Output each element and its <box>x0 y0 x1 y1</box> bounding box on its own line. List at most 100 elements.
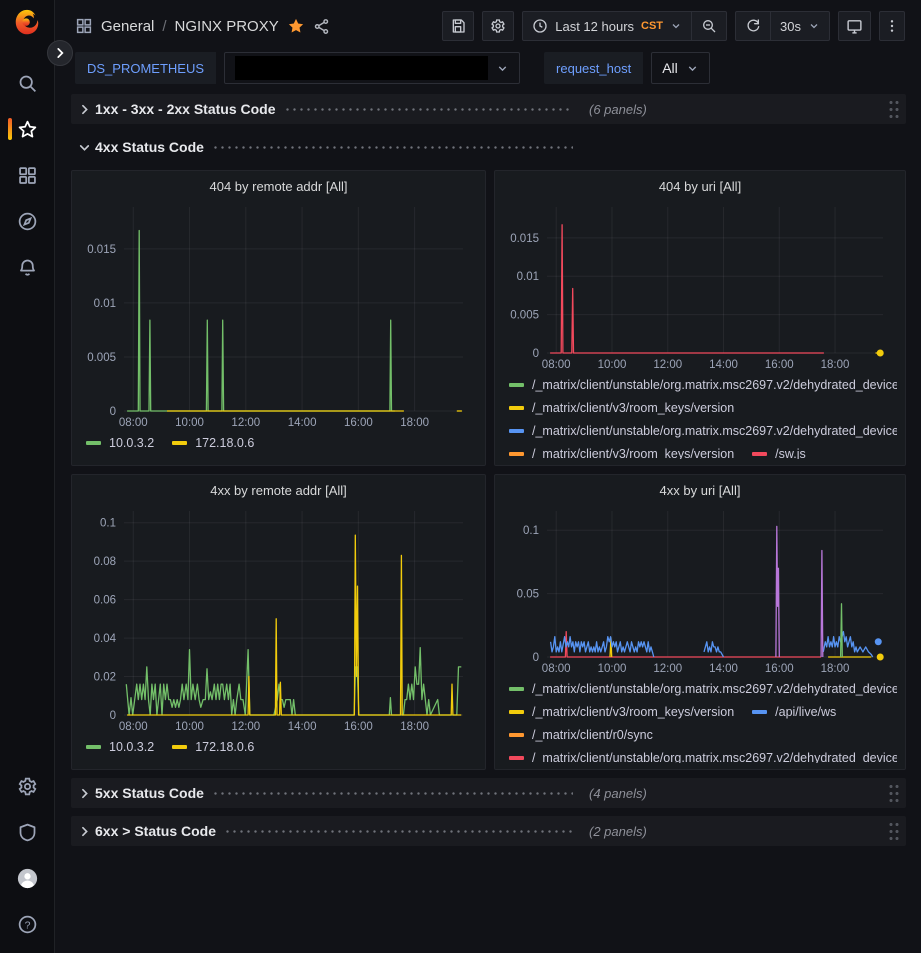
time-range-label: Last 12 hours <box>555 19 634 34</box>
panel-title[interactable]: 4xx by uri [All] <box>503 477 897 505</box>
legend-item[interactable]: /_matrix/client/v3/room_keys/version <box>509 705 734 719</box>
svg-text:12:00: 12:00 <box>653 359 682 371</box>
svg-text:0.005: 0.005 <box>510 310 539 322</box>
time-range-picker[interactable]: Last 12 hours CST <box>523 12 691 40</box>
panel-legend: 10.0.3.2 172.18.0.6 <box>80 735 477 763</box>
svg-text:10:00: 10:00 <box>175 721 204 733</box>
dotted-leader <box>284 108 573 111</box>
row-title: 5xx Status Code <box>95 785 204 801</box>
dotted-leader <box>224 830 573 833</box>
panel-title[interactable]: 4xx by remote addr [All] <box>80 477 477 505</box>
svg-text:12:00: 12:00 <box>653 663 682 675</box>
legend-item[interactable]: /_matrix/client/unstable/org.matrix.msc2… <box>509 682 897 696</box>
kebab-menu-button[interactable] <box>879 11 905 41</box>
legend-swatch <box>509 756 524 760</box>
svg-text:0: 0 <box>110 406 116 418</box>
sidebar-item-profile[interactable] <box>0 855 55 901</box>
chevron-down-icon <box>75 138 93 156</box>
row-4xx: 4xx Status Code <box>71 132 906 162</box>
share-icon[interactable] <box>313 18 330 35</box>
row-toggle[interactable]: 1xx - 3xx - 2xx Status Code <box>75 100 575 118</box>
svg-text:14:00: 14:00 <box>709 663 738 675</box>
row-toggle[interactable]: 6xx > Status Code <box>75 822 575 840</box>
legend-item[interactable]: /_matrix/client/unstable/org.matrix.msc2… <box>509 378 897 392</box>
sidebar-item-starred[interactable] <box>0 106 55 152</box>
timeseries-chart[interactable]: 08:0010:0012:0014:0016:0018:0000.0050.01… <box>503 201 897 373</box>
panel-4xx-by-uri: 4xx by uri [All] 08:0010:0012:0014:0016:… <box>494 474 906 770</box>
chevron-right-icon <box>75 822 93 840</box>
panel-404-by-uri: 404 by uri [All] 08:0010:0012:0014:0016:… <box>494 170 906 466</box>
legend-item[interactable]: /_matrix/client/unstable/org.matrix.msc2… <box>509 751 897 764</box>
row-toggle[interactable]: 4xx Status Code <box>75 138 575 156</box>
dashboard-settings-button[interactable] <box>482 11 514 41</box>
save-dashboard-button[interactable] <box>442 11 474 41</box>
refresh-button[interactable] <box>736 12 770 40</box>
grafana-logo[interactable] <box>12 8 42 38</box>
legend-swatch <box>752 452 767 456</box>
svg-text:18:00: 18:00 <box>821 663 850 675</box>
sidebar-expand-button[interactable] <box>47 40 73 66</box>
legend-item[interactable]: 10.0.3.2 <box>86 740 154 754</box>
favorite-star-icon[interactable] <box>287 17 305 35</box>
legend-item[interactable]: /_matrix/client/r0/sync <box>509 728 653 742</box>
legend-label: 172.18.0.6 <box>195 436 254 450</box>
row-5xx: 5xx Status Code (4 panels) <box>71 778 906 808</box>
row-drag-handle[interactable] <box>888 99 900 119</box>
row-6xx: 6xx > Status Code (2 panels) <box>71 816 906 846</box>
search-icon <box>17 73 38 94</box>
svg-text:16:00: 16:00 <box>344 417 373 429</box>
timeseries-chart[interactable]: 08:0010:0012:0014:0016:0018:0000.0050.01… <box>80 201 477 431</box>
monitor-icon <box>846 18 863 35</box>
svg-text:18:00: 18:00 <box>400 721 429 733</box>
svg-text:12:00: 12:00 <box>231 721 260 733</box>
breadcrumb-folder[interactable]: General <box>101 18 154 35</box>
chevron-right-icon <box>53 46 67 60</box>
legend-item[interactable]: 172.18.0.6 <box>172 740 254 754</box>
tv-mode-button[interactable] <box>838 11 871 41</box>
svg-text:08:00: 08:00 <box>542 663 571 675</box>
legend-row: /_matrix/client/v3/room_keys/version/api… <box>509 700 897 723</box>
panel-legend: /_matrix/client/unstable/org.matrix.msc2… <box>503 677 897 763</box>
legend-label: /_matrix/client/unstable/org.matrix.msc2… <box>532 378 897 392</box>
legend-label: /api/live/ws <box>775 705 836 719</box>
row-drag-handle[interactable] <box>888 821 900 841</box>
variable-value-ds-prometheus[interactable] <box>224 52 520 84</box>
sidebar-item-dashboards[interactable] <box>0 152 55 198</box>
panel-title[interactable]: 404 by remote addr [All] <box>80 173 477 201</box>
panel-title[interactable]: 404 by uri [All] <box>503 173 897 201</box>
sidebar-item-server-admin[interactable] <box>0 809 55 855</box>
row-drag-handle[interactable] <box>888 783 900 803</box>
svg-text:0.04: 0.04 <box>94 633 117 645</box>
row-toggle[interactable]: 5xx Status Code <box>75 784 575 802</box>
panel-4xx-by-remote-addr: 4xx by remote addr [All] 08:00 10:00 12:00… <box>71 474 486 770</box>
variable-value-request-host[interactable]: All <box>651 52 710 84</box>
refresh-interval-picker[interactable]: 30s <box>770 12 829 40</box>
legend-item[interactable]: 10.0.3.2 <box>86 436 154 450</box>
legend-item[interactable]: /_matrix/client/v3/room_keys/version <box>509 401 734 415</box>
legend-item[interactable]: /_matrix/client/v3/room_keys/version <box>509 447 734 460</box>
time-picker-group: Last 12 hours CST <box>522 11 727 41</box>
svg-text:08:00: 08:00 <box>119 721 148 733</box>
timeseries-chart[interactable]: 08:0010:0012:0014:0016:0018:0000.020.040… <box>80 505 477 735</box>
breadcrumb-separator: / <box>162 18 166 35</box>
bell-icon <box>17 257 38 278</box>
sidebar-item-search[interactable] <box>0 60 55 106</box>
timeseries-chart[interactable]: 08:0010:0012:0014:0016:0018:0000.050.1 <box>503 505 897 677</box>
svg-text:0: 0 <box>533 652 539 664</box>
legend-item[interactable]: /_matrix/client/unstable/org.matrix.msc2… <box>509 424 897 438</box>
sidebar-item-configuration[interactable] <box>0 763 55 809</box>
legend-row: /_matrix/client/unstable/org.matrix.msc2… <box>509 746 897 763</box>
legend-row: /_matrix/client/r0/sync <box>509 723 897 746</box>
zoom-out-button[interactable] <box>691 12 726 40</box>
sidebar-item-explore[interactable] <box>0 198 55 244</box>
sidebar-item-alerting[interactable] <box>0 244 55 290</box>
legend-swatch <box>172 441 187 445</box>
sidebar-item-help[interactable]: ? <box>0 901 55 947</box>
legend-item[interactable]: /api/live/ws <box>752 705 836 719</box>
legend-item[interactable]: /sw.js <box>752 447 806 460</box>
panel-404-by-remote-addr: 404 by remote addr [All] 08:0010:0012:00… <box>71 170 486 466</box>
breadcrumb-dashboard-title[interactable]: NGINX PROXY <box>175 18 279 35</box>
legend-item[interactable]: 172.18.0.6 <box>172 436 254 450</box>
legend-label: 172.18.0.6 <box>195 740 254 754</box>
svg-text:18:00: 18:00 <box>821 359 850 371</box>
